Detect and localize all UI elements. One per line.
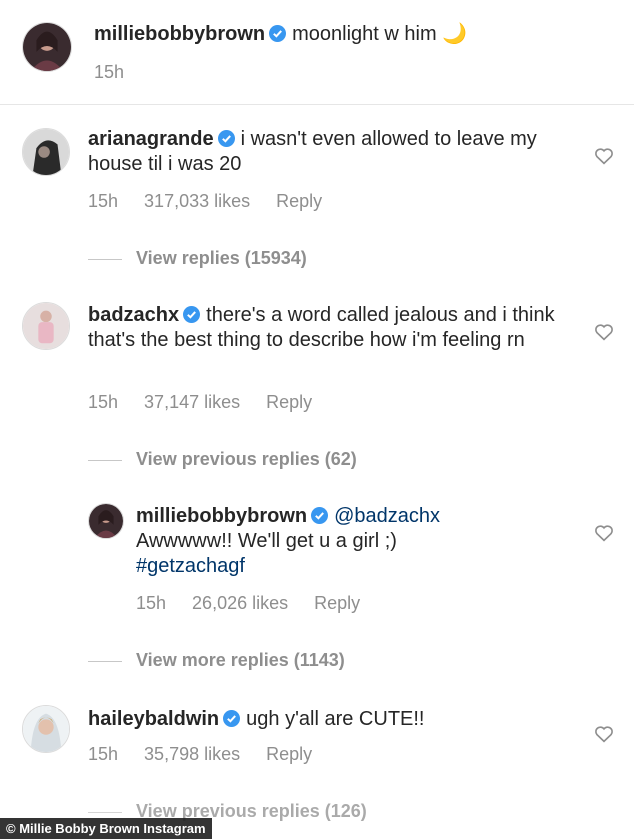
comment-time: 15h: [88, 392, 119, 412]
heart-icon[interactable]: [594, 725, 614, 743]
reply-mention[interactable]: @badzachx: [334, 505, 440, 527]
caption-text: moonlight w him: [292, 23, 437, 45]
comment-avatar[interactable]: [22, 128, 70, 176]
comment-avatar[interactable]: [22, 302, 70, 350]
comment-meta: 15h 317,033 likes Reply: [88, 191, 348, 212]
comment-text-block: arianagrande i wasn't even allowed to lea…: [88, 127, 568, 177]
post-time: 15h: [94, 62, 125, 82]
view-replies-label: View more replies (1143): [136, 650, 345, 670]
reply-likes[interactable]: 26,026 likes: [192, 593, 288, 613]
view-previous-replies-button[interactable]: View previous replies (62): [88, 449, 357, 470]
reply-button[interactable]: Reply: [314, 593, 360, 613]
reply-text: Awwwww!! We'll get u a girl ;): [136, 530, 397, 552]
reply-username[interactable]: milliebobbybrown: [136, 505, 307, 527]
reply-text-block: milliebobbybrown @badzachx Awwwww!! We'll…: [136, 504, 576, 579]
comment-username[interactable]: arianagrande: [88, 128, 214, 150]
comment-meta: 15h 35,798 likes Reply: [88, 744, 338, 765]
verified-badge-icon: [311, 507, 329, 524]
comment-text-block: badzachx there's a word called jealous an…: [88, 303, 568, 353]
post-avatar[interactable]: [22, 22, 72, 72]
comment-likes[interactable]: 35,798 likes: [144, 744, 240, 764]
comment-time: 15h: [88, 744, 119, 764]
reply-button[interactable]: Reply: [276, 191, 322, 211]
thread-line: [88, 258, 122, 260]
comment-username[interactable]: badzachx: [88, 304, 179, 326]
reply-button[interactable]: Reply: [266, 744, 312, 764]
comment-username[interactable]: haileybaldwin: [88, 708, 219, 730]
heart-icon[interactable]: [594, 147, 614, 165]
comment-avatar[interactable]: [22, 705, 70, 753]
comment-text: ugh y'all are CUTE!!: [246, 708, 425, 730]
thread-line: [88, 459, 122, 461]
verified-badge-icon: [269, 25, 287, 42]
verified-badge-icon: [183, 306, 201, 323]
photo-credit: © Millie Bobby Brown Instagram: [0, 818, 212, 839]
view-replies-button[interactable]: View replies (15934): [88, 248, 307, 269]
thread-line: [88, 660, 122, 662]
moon-icon: 🌙: [442, 23, 468, 45]
view-replies-label: View previous replies (62): [136, 449, 357, 469]
view-more-replies-button[interactable]: View more replies (1143): [88, 650, 345, 671]
post-caption: milliebobbybrown moonlight w him 🌙: [94, 22, 614, 47]
comment-time: 15h: [88, 191, 119, 211]
reply-button[interactable]: Reply: [266, 392, 312, 412]
comment-likes[interactable]: 37,147 likes: [144, 392, 240, 412]
divider: [0, 104, 634, 105]
comment-text-block: haileybaldwin ugh y'all are CUTE!!: [88, 707, 568, 732]
verified-badge-icon: [223, 710, 241, 727]
thread-line: [88, 811, 122, 813]
heart-icon[interactable]: [594, 524, 614, 542]
reply-meta: 15h 26,026 likes Reply: [136, 593, 386, 614]
heart-icon[interactable]: [594, 323, 614, 341]
view-replies-label: View replies (15934): [136, 248, 307, 268]
comment-meta: 15h 37,147 likes Reply: [88, 392, 338, 413]
verified-badge-icon: [217, 130, 235, 147]
reply-time: 15h: [136, 593, 167, 613]
comment-likes[interactable]: 317,033 likes: [144, 191, 250, 211]
reply-hashtag[interactable]: #getzachagf: [136, 555, 245, 577]
reply-avatar[interactable]: [88, 503, 124, 539]
post-username[interactable]: milliebobbybrown: [94, 23, 265, 45]
